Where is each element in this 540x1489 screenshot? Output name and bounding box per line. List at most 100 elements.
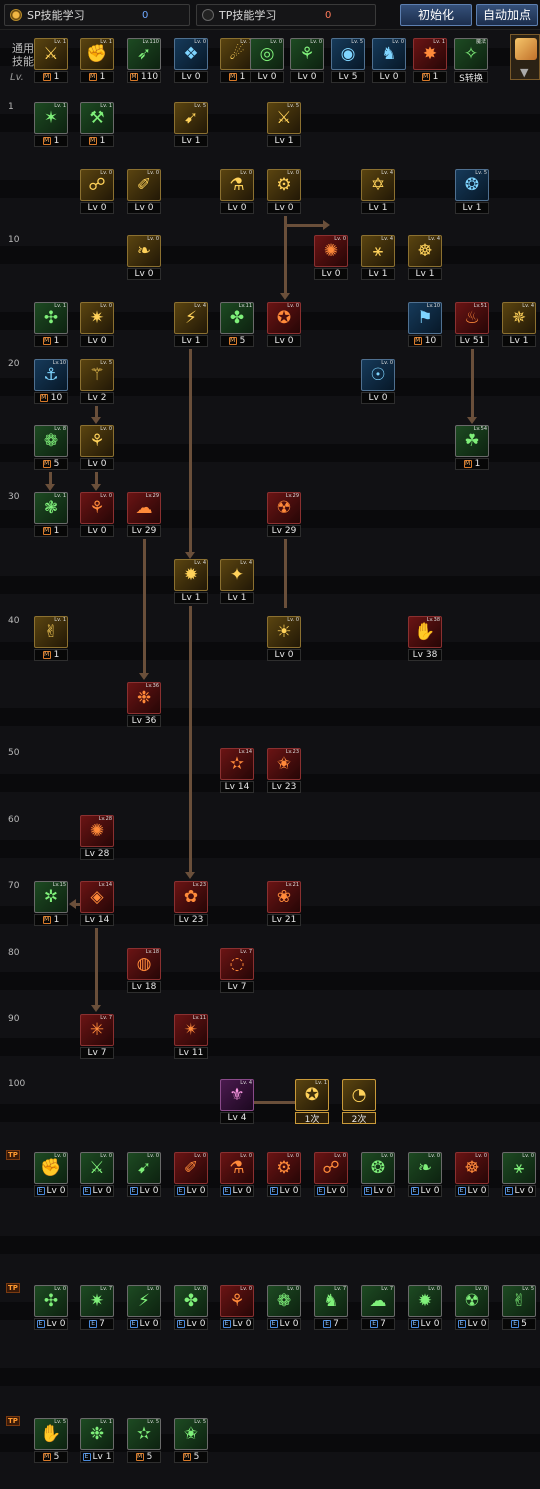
skill-icon[interactable]: ❂ Lv. 5 [455,169,489,201]
skill-icon[interactable]: ✪ Lv. 1 [295,1079,329,1111]
skill-r25-a[interactable]: ❁ Lv. 8M5 [34,425,68,471]
tp2-10[interactable]: ☢ Lv. 0 E Lv 0 [455,1285,489,1331]
common-skill-10[interactable]: ✸ Lv. 1M1 [413,38,447,84]
skill-icon[interactable]: ✺ Lv. 0 [314,235,348,267]
skill-icon[interactable]: ➹ Lv. 5 [174,102,208,134]
skill-icon[interactable]: ➶ Lv.110 [127,38,161,70]
skill-r15-g[interactable]: ♨ Lv.51 Lv 51 [455,302,489,348]
auto-allocate-button[interactable]: 自动加点 [476,4,538,26]
skill-r10-d[interactable]: ☸ Lv. 4 Lv 1 [408,235,442,281]
common-skill-11[interactable]: ✧ 魔法 S转换 [454,38,488,84]
skill-icon[interactable]: ⚘ Lv. 0 [220,1285,254,1317]
skill-icon[interactable]: ✦ Lv. 4 [220,559,254,591]
skill-r5-c[interactable]: ⚗ Lv. 0 Lv 0 [220,169,254,215]
tp-radio-icon[interactable] [202,9,214,21]
skill-icon[interactable]: ✶ Lv. 1 [34,102,68,134]
skill-r30-c[interactable]: ☁ Lv.29 Lv 29 [127,492,161,538]
skill-icon[interactable]: ✣ Lv. 0 [34,1285,68,1317]
tp2-3[interactable]: ⚡ Lv. 0 E Lv 0 [127,1285,161,1331]
skill-r80-a[interactable]: ◍ Lv.18 Lv 18 [127,948,161,994]
skill-r70-b[interactable]: ◈ Lv.14 Lv 14 [80,881,114,927]
skill-icon[interactable]: ❀ Lv.21 [267,881,301,913]
skill-r5-e[interactable]: ✡ Lv. 4 Lv 1 [361,169,395,215]
tp2-4[interactable]: ✤ Lv. 0 E Lv 0 [174,1285,208,1331]
tab-sp-skills[interactable]: SP技能学习 0 [4,4,190,26]
skill-icon[interactable]: ✫ Lv.14 [220,748,254,780]
skill-icon[interactable]: ◍ Lv.18 [127,948,161,980]
skill-icon[interactable]: ⚘ Lv. 0 [80,492,114,524]
skill-icon[interactable]: ⚘ Lv. 0 [80,425,114,457]
skill-r20-a[interactable]: ⚓ Lv.10 M 10 [34,359,68,405]
tp1-10[interactable]: ☸ Lv. 0 E Lv 0 [455,1152,489,1198]
tp1-2[interactable]: ⚔ Lv. 0 E Lv 0 [80,1152,114,1198]
skill-icon[interactable]: ⚹ Lv. 0 [502,1152,536,1184]
skill-r20-b[interactable]: ⚚ Lv. 5 Lv 2 [80,359,114,405]
skill-r1-c[interactable]: ➹ Lv. 5 Lv 1 [174,102,208,148]
tp2-1[interactable]: ✣ Lv. 0 E Lv 0 [34,1285,68,1331]
skill-icon[interactable]: ☁ Lv. 7 [361,1285,395,1317]
skill-icon[interactable]: ◉ Lv. 5 [331,38,365,70]
skill-r50-a[interactable]: ✫ Lv.14 Lv 14 [220,748,254,794]
skill-r15-b[interactable]: ✷ Lv. 0 Lv 0 [80,302,114,348]
skill-r15-f[interactable]: ⚑ Lv.10 M 10 [408,302,442,348]
skill-icon[interactable]: ☸ Lv. 4 [408,235,442,267]
skill-r70-c[interactable]: ✿ Lv.23 Lv 23 [174,881,208,927]
common-skill-4[interactable]: ❖ Lv. 0 Lv 0 [174,38,208,84]
skill-icon[interactable]: ☍ Lv. 0 [314,1152,348,1184]
skill-icon[interactable]: ❖ Lv. 0 [174,38,208,70]
character-portrait[interactable]: ▼ [510,34,540,80]
skill-r30-b[interactable]: ⚘ Lv. 0 Lv 0 [80,492,114,538]
skill-icon[interactable]: ✬ Lv. 5 [174,1418,208,1450]
skill-r90-b[interactable]: ✴ Lv.11 Lv 11 [174,1014,208,1060]
skill-icon[interactable]: ✤ Lv.11 [220,302,254,334]
skill-icon[interactable]: ❉ Lv.36 [127,682,161,714]
skill-icon[interactable]: ✺ Lv.28 [80,815,114,847]
tp1-7[interactable]: ☍ Lv. 0 E Lv 0 [314,1152,348,1198]
skill-r70-a[interactable]: ✲ Lv.15 M 1 [34,881,68,927]
skill-icon[interactable]: ✤ Lv. 0 [174,1285,208,1317]
sp-radio-icon[interactable] [10,9,22,21]
skill-icon[interactable]: ✌ Lv. 1 [34,616,68,648]
skill-icon[interactable]: ☸ Lv. 0 [455,1152,489,1184]
skill-icon[interactable]: ◔ [342,1079,376,1111]
skill-icon[interactable]: ☍ Lv. 0 [80,169,114,201]
skill-icon[interactable]: ♞ Lv. 7 [314,1285,348,1317]
tp1-8[interactable]: ❂ Lv. 0 E Lv 0 [361,1152,395,1198]
skill-icon[interactable]: ☢ Lv. 0 [455,1285,489,1317]
skill-icon[interactable]: ✹ Lv. 0 [408,1285,442,1317]
skill-r15-a[interactable]: ✣ Lv. 1M1 [34,302,68,348]
skill-r30-d[interactable]: ☢ Lv.29 Lv 29 [267,492,301,538]
skill-icon[interactable]: ⚔ Lv. 5 [267,102,301,134]
skill-icon[interactable]: ⚓ Lv.10 [34,359,68,391]
skill-r80-b[interactable]: ◌ Lv. 7 Lv 7 [220,948,254,994]
skill-icon[interactable]: ☄ Lv. 1 [220,38,254,70]
skill-r45-a[interactable]: ❉ Lv.36 Lv 36 [127,682,161,728]
tp2-7[interactable]: ♞ Lv. 7E7 [314,1285,348,1331]
skill-icon[interactable]: ✴ Lv.11 [174,1014,208,1046]
skill-r50-b[interactable]: ✬ Lv.23 Lv 23 [267,748,301,794]
skill-icon[interactable]: ⚚ Lv. 5 [80,359,114,391]
skill-icon[interactable]: ♞ Lv. 0 [372,38,406,70]
skill-r90-a[interactable]: ✳ Lv. 7 Lv 7 [80,1014,114,1060]
skill-icon[interactable]: ⚗ Lv. 0 [220,1152,254,1184]
skill-icon[interactable]: ☁ Lv.29 [127,492,161,524]
skill-icon[interactable]: ✷ Lv. 0 [80,302,114,334]
common-skill-8[interactable]: ◉ Lv. 5 Lv 5 [331,38,365,84]
skill-icon[interactable]: ✋ Lv.38 [408,616,442,648]
skill-r1-b[interactable]: ⚒ Lv. 1M1 [80,102,114,148]
skill-icon[interactable]: ❂ Lv. 0 [361,1152,395,1184]
skill-r5-f[interactable]: ❂ Lv. 5 Lv 1 [455,169,489,215]
skill-icon[interactable]: ⚡ Lv. 4 [174,302,208,334]
reset-button[interactable]: 初始化 [400,4,472,26]
skill-icon[interactable]: ◌ Lv. 7 [220,948,254,980]
skill-icon[interactable]: ✫ Lv. 5 [127,1418,161,1450]
skill-icon[interactable]: ⚡ Lv. 0 [127,1285,161,1317]
skill-icon[interactable]: ❧ Lv. 0 [127,235,161,267]
skill-r1-a[interactable]: ✶ Lv. 1M1 [34,102,68,148]
skill-icon[interactable]: ✡ Lv. 4 [361,169,395,201]
skill-icon[interactable]: ✊ Lv. 1 [80,38,114,70]
tab-tp-skills[interactable]: TP技能学习 0 [196,4,376,26]
skill-icon[interactable]: ❃ Lv. 1 [34,492,68,524]
skill-r35-b[interactable]: ✦ Lv. 4 Lv 1 [220,559,254,605]
common-skill-9[interactable]: ♞ Lv. 0 Lv 0 [372,38,406,84]
